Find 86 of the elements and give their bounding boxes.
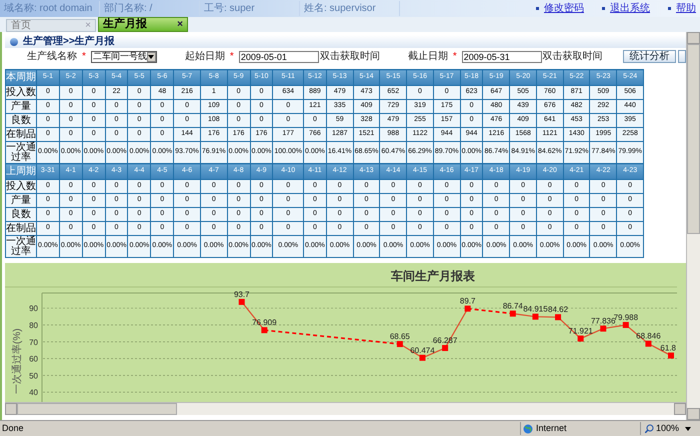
data-point: [510, 310, 516, 317]
data-point: [600, 326, 606, 332]
analyze-button[interactable]: 统计分析: [623, 50, 676, 63]
chart-title: 车间生产月报表: [391, 269, 475, 283]
scroll-left-button[interactable]: [5, 403, 17, 415]
date-input[interactable]: 2009-05-31: [462, 50, 542, 62]
required-mark: *: [230, 50, 234, 64]
vertical-scrollbar[interactable]: [686, 32, 700, 420]
data-label: 61.8: [660, 344, 676, 353]
row-label: 在制品: [6, 128, 36, 142]
row-label: 投入数: [6, 86, 36, 100]
data-point: [261, 327, 268, 334]
y-tick-label: 80: [29, 320, 38, 330]
required-mark: *: [452, 50, 457, 64]
scroll-down-button[interactable]: [687, 408, 700, 420]
field-hint: 双击获取时间: [542, 50, 603, 64]
close-icon[interactable]: ×: [177, 20, 183, 30]
breadcrumb: 生产管理>>生产月报: [23, 34, 115, 49]
data-label: 93.7: [234, 290, 250, 299]
row-label: 一次通过率: [6, 236, 36, 258]
data-point: [419, 354, 426, 361]
row-label: 良数: [6, 208, 36, 222]
row-label: 在制品: [6, 222, 36, 236]
data-label: 89.7: [460, 296, 476, 306]
data-point: [668, 352, 674, 359]
header-link[interactable]: 退出系统: [610, 1, 650, 16]
user-info-field: 部门名称: /: [100, 1, 200, 16]
tab[interactable]: 生产月报 ×: [98, 17, 188, 32]
data-point: [396, 341, 403, 348]
bullet-icon: [668, 7, 671, 10]
y-tick-label: 50: [29, 371, 38, 380]
data-point: [442, 345, 448, 352]
scrollbar-thumb[interactable]: [687, 44, 700, 234]
horizontal-scrollbar[interactable]: [5, 402, 686, 415]
row-label: 产量: [6, 194, 36, 208]
field-hint: 双击获取时间: [320, 50, 380, 64]
data-point: [532, 314, 538, 320]
field-label: 起始日期: [184, 50, 225, 64]
row-label: 良数: [6, 114, 36, 128]
scroll-right-button[interactable]: [674, 403, 686, 415]
user-info-field: 工号: super: [200, 1, 300, 16]
data-point: [555, 314, 562, 320]
header-link[interactable]: 修改密码: [544, 1, 584, 16]
data-point: [645, 340, 652, 347]
row-label: 产量: [6, 100, 36, 114]
data-point: [622, 322, 629, 328]
security-zone: Internet: [536, 422, 567, 435]
y-tick-label: 60: [29, 354, 38, 364]
y-tick-label: 40: [29, 388, 38, 398]
scrollbar-thumb[interactable]: [17, 403, 177, 415]
bullet-icon: [602, 7, 605, 10]
period-header: 本周期: [6, 70, 36, 86]
toolbar-button[interactable]: [678, 50, 686, 63]
date-input[interactable]: 2009-05-01: [238, 50, 319, 62]
data-label: 84.62: [548, 305, 568, 314]
data-label: 77.836: [591, 316, 616, 326]
data-label: 86.74: [502, 302, 523, 311]
field-label: 截止日期: [408, 50, 448, 64]
tab[interactable]: 首页 ×: [6, 19, 96, 32]
header-link[interactable]: 帮助: [676, 1, 696, 16]
row-label: 投入数: [6, 180, 36, 194]
status-text: Done: [1, 422, 25, 435]
data-label: 68.65: [390, 332, 410, 342]
data-label: 60.474: [410, 346, 435, 355]
field-label: 生产线名称: [27, 50, 77, 64]
bullet-icon: [536, 7, 539, 10]
scroll-up-button[interactable]: [687, 32, 700, 44]
user-info-field: 姓名: supervisor: [300, 1, 400, 16]
data-label: 79.988: [614, 312, 638, 322]
zoom-control[interactable]: 100%: [640, 422, 700, 436]
row-label: 一次通过率: [6, 142, 36, 164]
globe-icon: [523, 424, 533, 434]
caret-icon[interactable]: [685, 426, 692, 430]
required-mark: *: [82, 50, 86, 64]
y-axis-label: 一次通过率(%): [12, 328, 23, 394]
line-select[interactable]: 二车间一号线: [90, 50, 157, 62]
zoom-icon: [645, 424, 654, 433]
data-point: [464, 306, 471, 312]
data-label: 84.915: [523, 304, 548, 314]
y-tick-label: 70: [29, 338, 38, 347]
data-point: [578, 336, 584, 342]
user-info-field: 域名称: root domain: [0, 1, 100, 16]
period-header: 上周期: [6, 164, 36, 180]
dropdown-arrow-icon[interactable]: [146, 52, 156, 62]
y-tick-label: 90: [29, 304, 38, 314]
data-point: [238, 298, 245, 305]
